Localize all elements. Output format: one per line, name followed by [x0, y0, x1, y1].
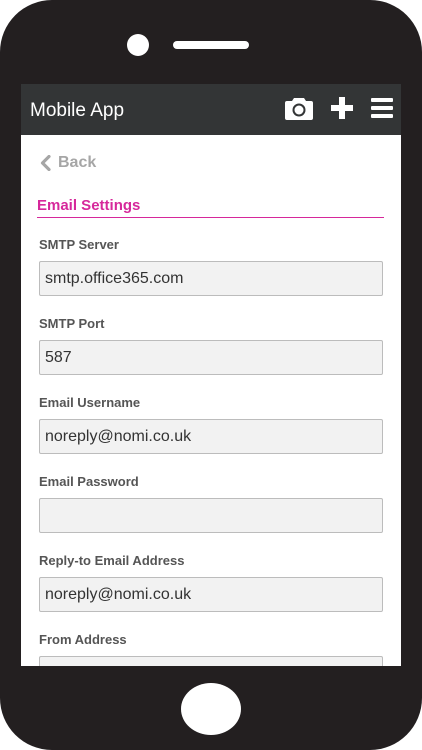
phone-frame: Mobile App Back Email Settings SMTP Serv… — [0, 0, 422, 750]
section-title: Email Settings — [37, 197, 384, 218]
reply-to-email-label: Reply-to Email Address — [39, 553, 185, 568]
smtp-server-label: SMTP Server — [39, 237, 119, 252]
plus-icon[interactable] — [331, 97, 353, 119]
smtp-port-label: SMTP Port — [39, 316, 105, 331]
email-username-label: Email Username — [39, 395, 141, 410]
settings-content: Back Email Settings SMTP Server SMTP Por… — [21, 135, 401, 666]
app-header: Mobile App — [21, 84, 401, 135]
reply-to-email-input[interactable] — [39, 577, 383, 612]
from-address-input[interactable] — [39, 656, 383, 666]
from-address-label: From Address — [39, 632, 127, 647]
app-screen: Mobile App Back Email Settings SMTP Serv… — [21, 84, 401, 666]
back-label: Back — [58, 154, 97, 171]
home-button[interactable] — [181, 683, 241, 735]
chevron-left-icon — [40, 155, 51, 171]
speaker-grille — [173, 41, 249, 49]
menu-icon[interactable] — [371, 98, 393, 118]
smtp-port-input[interactable] — [39, 340, 383, 375]
back-button[interactable]: Back — [40, 153, 96, 173]
smtp-server-input[interactable] — [39, 261, 383, 296]
front-camera — [127, 34, 149, 56]
camera-icon[interactable] — [285, 96, 313, 120]
email-password-label: Email Password — [39, 474, 139, 489]
app-title: Mobile App — [30, 100, 125, 121]
email-username-input[interactable] — [39, 419, 383, 454]
email-password-input[interactable] — [39, 498, 383, 533]
